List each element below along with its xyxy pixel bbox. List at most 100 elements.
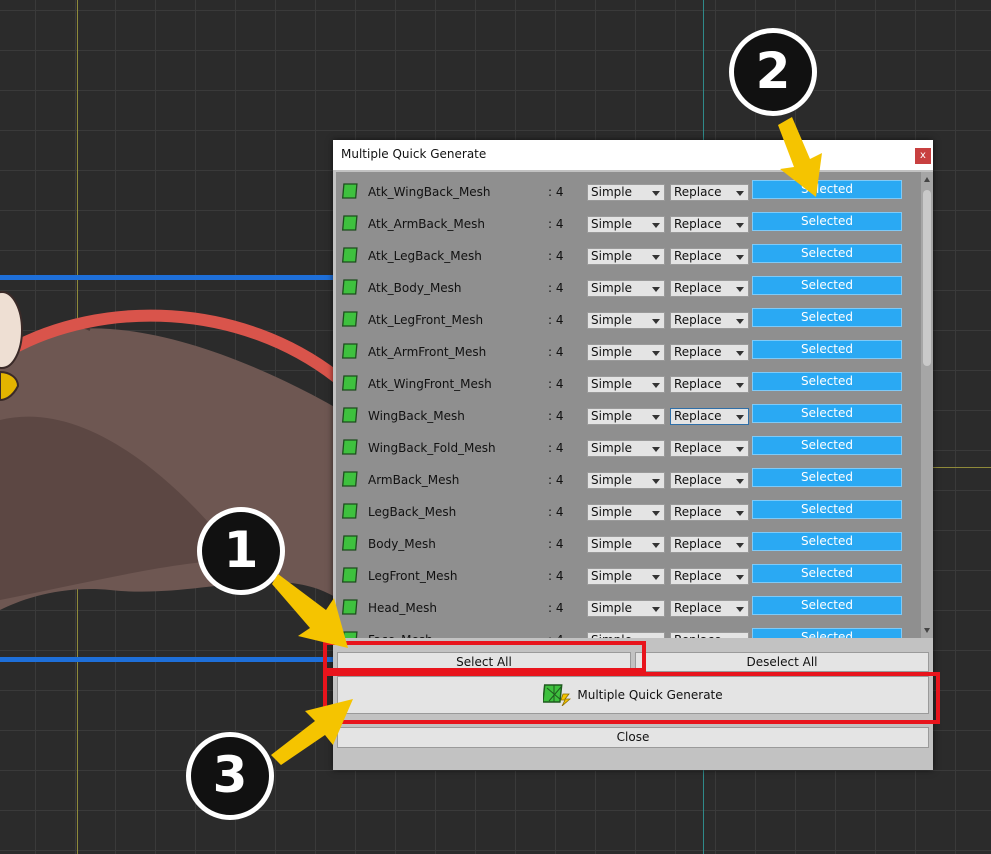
mode-value: Simple [591,569,632,583]
mode-dropdown[interactable]: Simple [587,248,665,265]
selected-toggle-button[interactable]: Selected [752,372,902,391]
chevron-down-icon [736,255,744,260]
mode-dropdown[interactable]: Simple [587,632,665,638]
action-dropdown[interactable]: Replace [670,568,749,585]
vertex-count: : 4 [548,185,564,199]
action-dropdown[interactable]: Replace [670,600,749,617]
chevron-down-icon [652,415,660,420]
mesh-name: Head_Mesh [368,601,437,615]
selected-toggle-button[interactable]: Selected [752,404,902,423]
list-item: Head_Mesh : 4 Simple Replace Selected [336,588,921,620]
mesh-name: Atk_ArmFront_Mesh [368,345,487,359]
mesh-icon [341,215,358,231]
action-value: Replace [674,313,722,327]
selected-toggle-button[interactable]: Selected [752,276,902,295]
close-button[interactable]: Close [337,727,929,748]
selected-toggle-button[interactable]: Selected [752,596,902,615]
selected-toggle-button[interactable]: Selected [752,308,902,327]
mode-dropdown[interactable]: Simple [587,184,665,201]
mode-dropdown[interactable]: Simple [587,344,665,361]
mode-value: Simple [591,633,632,638]
mesh-name: Atk_LegFront_Mesh [368,313,484,327]
mesh-icon [341,503,358,519]
list-item: Body_Mesh: 4 Simple Replace Selected [336,524,921,556]
action-dropdown[interactable]: Replace [670,536,749,553]
arrow-to-select-all [272,574,348,648]
chevron-down-icon [652,383,660,388]
action-dropdown[interactable]: Replace [670,184,749,201]
mode-dropdown[interactable]: Simple [587,536,665,553]
action-value: Replace [674,345,722,359]
mesh-name: LegBack_Mesh [368,505,457,519]
mesh-icon [341,311,358,327]
mode-dropdown[interactable]: Simple [587,440,665,457]
mode-dropdown[interactable]: Simple [587,600,665,617]
selected-toggle-button[interactable]: Selected [752,436,902,455]
selected-toggle-button[interactable]: Selected [752,340,902,359]
vertex-count: : 4 [548,281,564,295]
mode-dropdown[interactable]: Simple [587,312,665,329]
action-dropdown[interactable]: Replace [670,408,749,425]
mode-dropdown[interactable]: Simple [587,408,665,425]
mesh-name: ArmBack_Mesh [368,473,460,487]
mesh-icon [341,343,358,359]
mode-dropdown[interactable]: Simple [587,472,665,489]
window-title: Multiple Quick Generate [341,147,487,161]
scroll-down-icon[interactable] [924,628,930,633]
mode-dropdown[interactable]: Simple [587,280,665,297]
scrollbar-thumb[interactable] [923,190,931,366]
list-item: LegFront_Mesh: 4 Simple Replace Selected [336,556,921,588]
mode-dropdown[interactable]: Simple [587,216,665,233]
callout-2: 2 [729,28,817,116]
mode-value: Simple [591,185,632,199]
action-value: Replace [674,601,722,615]
close-icon[interactable]: x [915,148,931,164]
list-item: Atk_ArmFront_Mesh: 4 Simple Replace Selecte… [336,332,921,364]
list-item: ArmBack_Mesh: 4 Simple Replace Selected [336,460,921,492]
action-dropdown[interactable]: Replace [670,312,749,329]
mesh-icon [341,471,358,487]
action-dropdown[interactable]: Replace [670,248,749,265]
action-dropdown[interactable]: Replace [670,216,749,233]
mode-dropdown[interactable]: Simple [587,504,665,521]
list-scrollbar[interactable] [921,172,933,638]
arrow-to-generate [271,699,353,765]
action-dropdown[interactable]: Replace [670,376,749,393]
mode-dropdown[interactable]: Simple [587,568,665,585]
list-item: WingBack_Mesh: 4 Simple Replace Selected [336,396,921,428]
action-value: Replace [674,633,721,638]
selected-toggle-button[interactable]: Selected [752,628,902,638]
mesh-icon [341,183,358,199]
action-dropdown[interactable]: Replace [670,280,749,297]
mode-value: Simple [591,345,632,359]
action-dropdown[interactable]: Replace [670,504,749,521]
vertex-count: : 4 [548,377,564,391]
scroll-up-icon[interactable] [924,177,930,182]
action-dropdown[interactable]: Replace [670,632,749,638]
chevron-down-icon [652,447,660,452]
callout-3: 3 [186,732,274,820]
title-bar: Multiple Quick Generate x [333,140,933,170]
chevron-down-icon [736,479,744,484]
deselect-all-button[interactable]: Deselect All [635,652,929,672]
chevron-down-icon [736,447,744,452]
selected-toggle-button[interactable]: Selected [752,564,902,583]
action-dropdown[interactable]: Replace [670,440,749,457]
selected-toggle-button[interactable]: Selected [752,532,902,551]
list-item: WingBack_Fold_Mesh: 4 Simple Replace Select… [336,428,921,460]
selected-toggle-button[interactable]: Selected [752,500,902,519]
selected-toggle-button[interactable]: Selected [752,212,902,231]
action-dropdown[interactable]: Replace [670,344,749,361]
action-value: Replace [674,441,722,455]
mesh-icon [341,535,358,551]
list-item: Atk_Body_Mesh: 4 Simple Replace Selected [336,268,921,300]
mode-dropdown[interactable]: Simple [587,376,665,393]
selected-toggle-button[interactable]: Selected [752,244,902,263]
chevron-down-icon [736,383,744,388]
chevron-down-icon [652,223,660,228]
chevron-down-icon [736,415,744,420]
vertex-count: : 4 [548,601,564,615]
action-dropdown[interactable]: Replace [670,472,749,489]
selected-toggle-button[interactable]: Selected [752,468,902,487]
chevron-down-icon [652,255,660,260]
